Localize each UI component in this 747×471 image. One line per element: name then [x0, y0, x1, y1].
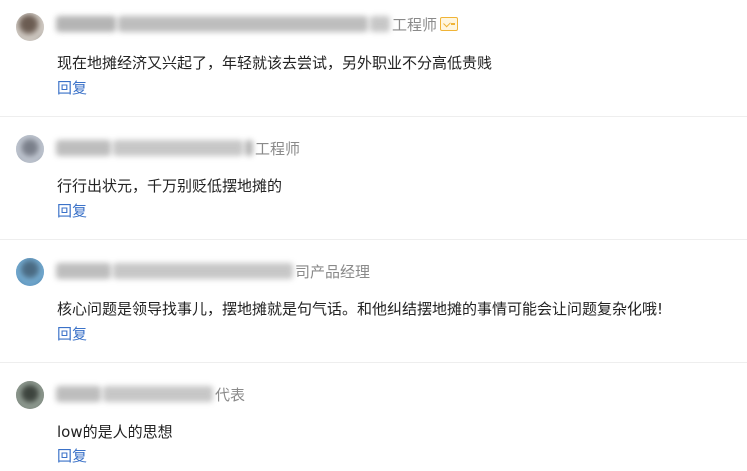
- redacted-author-name: [56, 140, 111, 156]
- comment-author-line: 代表: [56, 383, 245, 405]
- redacted-author-name: [56, 386, 101, 402]
- redacted-author-company: [113, 140, 243, 156]
- redacted-author-title-prefix: [370, 16, 390, 32]
- author-title: 代表: [215, 385, 246, 404]
- comment-author-line: 司产品经理: [56, 260, 370, 282]
- reply-link[interactable]: 回复: [57, 77, 87, 98]
- divider: [0, 116, 747, 117]
- comment-text: 行行出状元，千万别贬低摆地摊的: [57, 177, 283, 195]
- author-title: 司产品经理: [295, 262, 371, 281]
- comment-text: 核心问题是领导找事儿，摆地摊就是句气话。和他纠结摆地摊的事情可能会让问题复杂化哦…: [57, 300, 664, 318]
- redacted-author-name: [56, 263, 111, 279]
- reply-link[interactable]: 回复: [57, 200, 87, 221]
- redacted-author-title-prefix: [245, 140, 253, 156]
- comment-list: 工程师 现在地摊经济又兴起了，年轻就该去尝试，另外职业不分高低贵贱 回复 工程师…: [0, 0, 747, 471]
- comment-author-line: 工程师: [56, 137, 300, 159]
- comment-author-line: 工程师: [56, 13, 459, 35]
- avatar[interactable]: [16, 135, 44, 163]
- author-title: 工程师: [255, 139, 301, 158]
- avatar[interactable]: [16, 13, 44, 41]
- redacted-author-company: [118, 16, 368, 32]
- comment-text: 现在地摊经济又兴起了，年轻就该去尝试，另外职业不分高低贵贱: [57, 54, 493, 72]
- redacted-author-company: [103, 386, 213, 402]
- avatar[interactable]: [16, 258, 44, 286]
- author-title: 工程师: [392, 15, 438, 34]
- redacted-author-company: [113, 263, 293, 279]
- reply-link[interactable]: 回复: [57, 445, 87, 466]
- reply-link[interactable]: 回复: [57, 323, 87, 344]
- divider: [0, 239, 747, 240]
- vip-badge-icon: [440, 17, 459, 31]
- redacted-author-name: [56, 16, 116, 32]
- comment-text: low的是人的思想: [57, 423, 173, 441]
- avatar[interactable]: [16, 381, 44, 409]
- divider: [0, 362, 747, 363]
